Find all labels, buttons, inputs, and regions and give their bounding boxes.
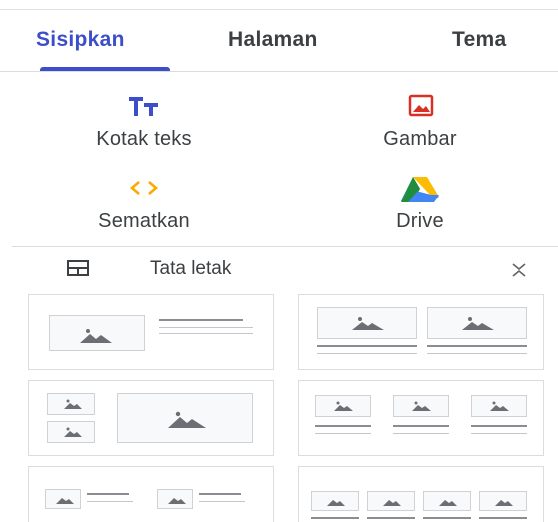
image-placeholder [49, 315, 145, 351]
image-placeholder [157, 489, 193, 509]
insert-embed-label: Sematkan [98, 210, 190, 232]
text-line [199, 493, 241, 495]
layout-option-5[interactable] [28, 466, 274, 522]
insert-image-label: Gambar [383, 128, 457, 150]
text-line [427, 353, 527, 354]
insert-drive-button[interactable]: Drive [320, 174, 520, 244]
text-line [87, 501, 133, 502]
image-placeholder [427, 307, 527, 339]
tab-sisipkan[interactable]: Sisipkan [36, 28, 125, 52]
text-line [393, 433, 449, 434]
image-placeholder [47, 421, 95, 443]
image-icon [320, 92, 520, 122]
image-placeholder [367, 491, 415, 511]
text-line [315, 425, 371, 427]
text-line [367, 517, 415, 519]
text-line [199, 501, 245, 502]
image-placeholder [393, 395, 449, 417]
text-line [393, 425, 449, 427]
insert-text-box-button[interactable]: Kotak teks [44, 92, 244, 162]
image-placeholder [471, 395, 527, 417]
section-divider [12, 246, 558, 247]
image-placeholder [317, 307, 417, 339]
layout-section-header[interactable]: Tata letak [0, 250, 558, 288]
tab-halaman[interactable]: Halaman [228, 28, 318, 52]
image-placeholder [479, 491, 527, 511]
text-line [317, 345, 417, 347]
layout-option-3[interactable] [28, 380, 274, 456]
image-placeholder [423, 491, 471, 511]
image-placeholder [45, 489, 81, 509]
tab-bar: Sisipkan Halaman Tema [0, 10, 558, 72]
text-line [427, 345, 527, 347]
layout-section-title: Tata letak [150, 258, 232, 279]
text-line [315, 433, 371, 434]
text-line [423, 517, 471, 519]
collapse-icon[interactable] [510, 260, 528, 280]
text-line [159, 319, 243, 321]
layout-icon [67, 260, 89, 276]
layout-option-2[interactable] [298, 294, 544, 370]
image-placeholder [315, 395, 371, 417]
layout-option-4[interactable] [298, 380, 544, 456]
layout-option-6[interactable] [298, 466, 544, 522]
text-line [311, 517, 359, 519]
top-edge [0, 0, 558, 10]
insert-embed-button[interactable]: Sematkan [44, 174, 244, 244]
text-line [479, 517, 527, 519]
active-tab-indicator [40, 67, 170, 71]
image-placeholder [47, 393, 95, 415]
text-line [87, 493, 129, 495]
image-placeholder [117, 393, 253, 443]
text-line [471, 425, 527, 427]
google-drive-icon [320, 174, 520, 204]
text-line [471, 433, 527, 434]
text-line [159, 327, 253, 328]
text-line [317, 353, 417, 354]
image-placeholder [311, 491, 359, 511]
insert-drive-label: Drive [396, 210, 444, 232]
text-box-icon [44, 92, 244, 122]
embed-icon [44, 174, 244, 204]
tab-tema[interactable]: Tema [452, 28, 507, 52]
layout-option-1[interactable] [28, 294, 274, 370]
insert-text-box-label: Kotak teks [96, 128, 192, 150]
insert-image-button[interactable]: Gambar [320, 92, 520, 162]
text-line [159, 333, 253, 334]
